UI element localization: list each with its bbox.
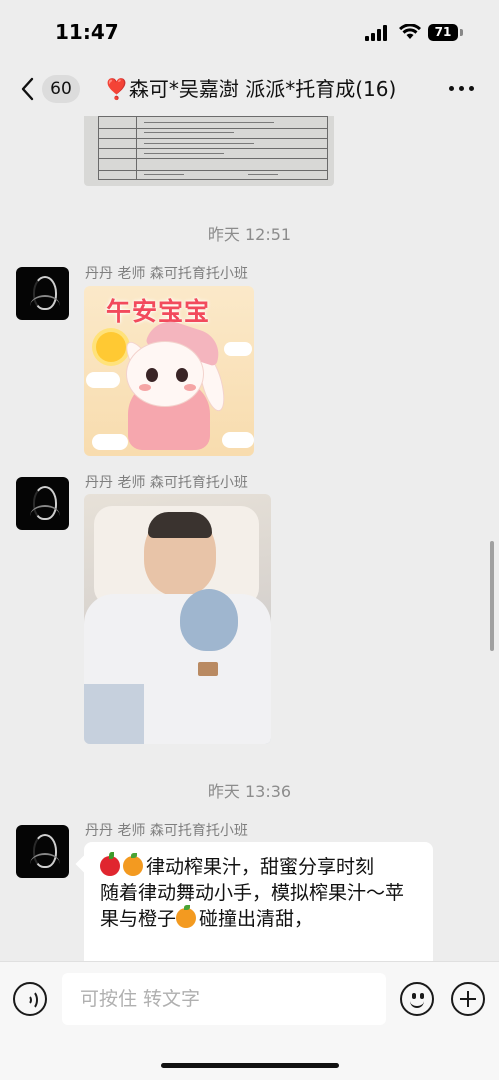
orange-icon [123, 853, 143, 876]
more-options-icon[interactable] [449, 82, 475, 94]
sun-illustration [96, 332, 126, 362]
message-line: 随着律动舞动小手，模拟榨果汁～苹果与橙子 碰撞出清甜， [100, 882, 405, 930]
photo-message[interactable] [84, 494, 271, 744]
battery-tip [460, 29, 463, 36]
back-chevron-icon[interactable] [18, 76, 38, 102]
chat-header: 60 ❣️森可*吴嘉澍 派派*托育成(16) [0, 62, 499, 116]
message-text-input[interactable]: 可按住 转文字 [62, 973, 386, 1025]
document-photo-message[interactable] [84, 116, 334, 186]
chat-message-list[interactable]: 昨天 12:51 丹丹 老师 森可托育托小班 午安宝宝 丹丹 老师 森可托育托小… [0, 116, 499, 961]
sender-name: 丹丹 老师 森可托育托小班 [85, 823, 248, 839]
voice-input-icon[interactable] [13, 982, 47, 1016]
message-timestamp: 昨天 13:36 [207, 782, 292, 801]
sender-name: 丹丹 老师 森可托育托小班 [85, 266, 248, 282]
unread-count-badge[interactable]: 60 [42, 75, 80, 103]
emoji-picker-icon[interactable] [400, 982, 434, 1016]
status-bar: 11:47 71 [0, 0, 499, 62]
more-actions-plus-icon[interactable] [451, 982, 485, 1016]
wifi-icon [399, 24, 421, 39]
cellular-signal-icon [365, 25, 391, 41]
sender-avatar[interactable] [16, 825, 69, 878]
scrollbar-thumb[interactable] [490, 541, 494, 651]
status-time: 11:47 [55, 20, 119, 44]
document-table-image [98, 116, 328, 180]
chat-title[interactable]: ❣️森可*吴嘉澍 派派*托育成(16) [104, 75, 430, 103]
text-message-bubble[interactable]: 律动榨果汁，甜蜜分享时刻 随着律动舞动小手，模拟榨果汁～苹果与橙子 碰撞出清甜， [84, 842, 433, 961]
sender-avatar[interactable] [16, 477, 69, 530]
message-timestamp: 昨天 12:51 [207, 225, 292, 244]
status-icons: 71 [365, 22, 465, 42]
sender-avatar[interactable] [16, 267, 69, 320]
message-line: 律动榨果汁，甜蜜分享时刻 [100, 852, 417, 880]
sticker-text: 午安宝宝 [106, 297, 211, 326]
apple-icon [100, 852, 120, 876]
orange-icon [176, 905, 197, 928]
sticker-message[interactable]: 午安宝宝 [84, 286, 254, 456]
home-indicator [161, 1063, 339, 1068]
battery-icon: 71 [428, 24, 458, 41]
sender-name: 丹丹 老师 森可托育托小班 [85, 475, 248, 491]
bunny-illustration [126, 341, 204, 407]
